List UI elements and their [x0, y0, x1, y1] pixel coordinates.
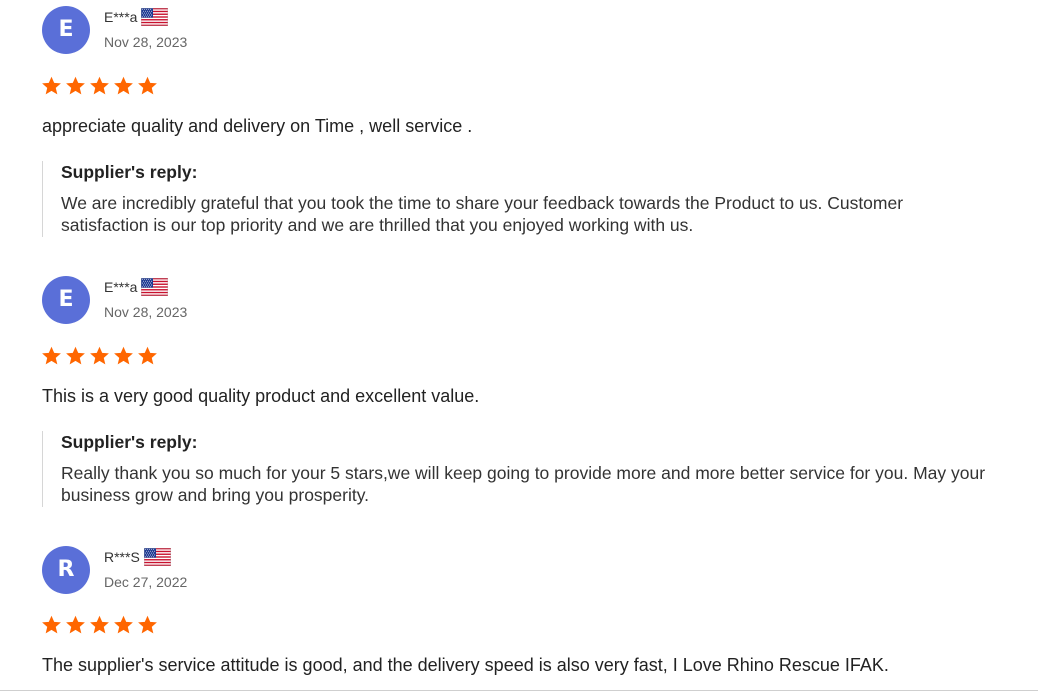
star-icon	[89, 76, 110, 96]
supplier-reply-text: We are incredibly grateful that you took…	[61, 193, 904, 235]
star-icon	[89, 346, 110, 366]
star-icon	[65, 76, 86, 96]
star-icon	[137, 346, 158, 366]
review-text: appreciate quality and delivery on Time …	[42, 116, 473, 136]
review-item: E E***a Nov 28, 2023 appreciate quality …	[0, 0, 1038, 250]
reviewer-name: E***a	[104, 9, 138, 25]
star-rating	[41, 346, 158, 366]
avatar: E	[42, 276, 90, 324]
review-text: This is a very good quality product and …	[42, 386, 480, 406]
avatar: E	[42, 6, 90, 54]
review-date: Nov 28, 2023	[104, 34, 188, 50]
supplier-reply-text: Really thank you so much for your 5 star…	[61, 463, 986, 505]
review-date: Dec 27, 2022	[104, 574, 188, 590]
us-flag-icon	[141, 8, 168, 26]
star-icon	[113, 76, 134, 96]
review-item: R R***S Dec 27, 2022 The supplier's serv…	[0, 540, 1038, 690]
us-flag-icon	[141, 278, 168, 296]
star-rating	[41, 76, 158, 96]
reviewer-line: R***S	[104, 547, 171, 567]
reviewer-line: E***a	[104, 277, 168, 297]
reviewer-line: E***a	[104, 7, 168, 27]
review-text: The supplier's service attitude is good,…	[42, 655, 889, 675]
star-icon	[113, 615, 134, 635]
star-icon	[113, 346, 134, 366]
supplier-reply: Supplier's reply: Really thank you so mu…	[42, 431, 992, 507]
us-flag-icon	[144, 548, 171, 566]
divider	[0, 690, 1038, 691]
avatar: R	[42, 546, 90, 594]
supplier-reply-title: Supplier's reply:	[61, 162, 198, 182]
star-icon	[137, 76, 158, 96]
star-icon	[65, 346, 86, 366]
supplier-reply-title: Supplier's reply:	[61, 432, 198, 452]
star-rating	[41, 615, 158, 635]
star-icon	[41, 76, 62, 96]
star-icon	[41, 615, 62, 635]
reviewer-name: E***a	[104, 279, 138, 295]
review-date: Nov 28, 2023	[104, 304, 188, 320]
review-item: E E***a Nov 28, 2023 This is a very good…	[0, 270, 1038, 520]
star-icon	[137, 615, 158, 635]
reviewer-name: R***S	[104, 549, 140, 565]
star-icon	[65, 615, 86, 635]
star-icon	[41, 346, 62, 366]
star-icon	[89, 615, 110, 635]
supplier-reply: Supplier's reply: We are incredibly grat…	[42, 161, 992, 237]
